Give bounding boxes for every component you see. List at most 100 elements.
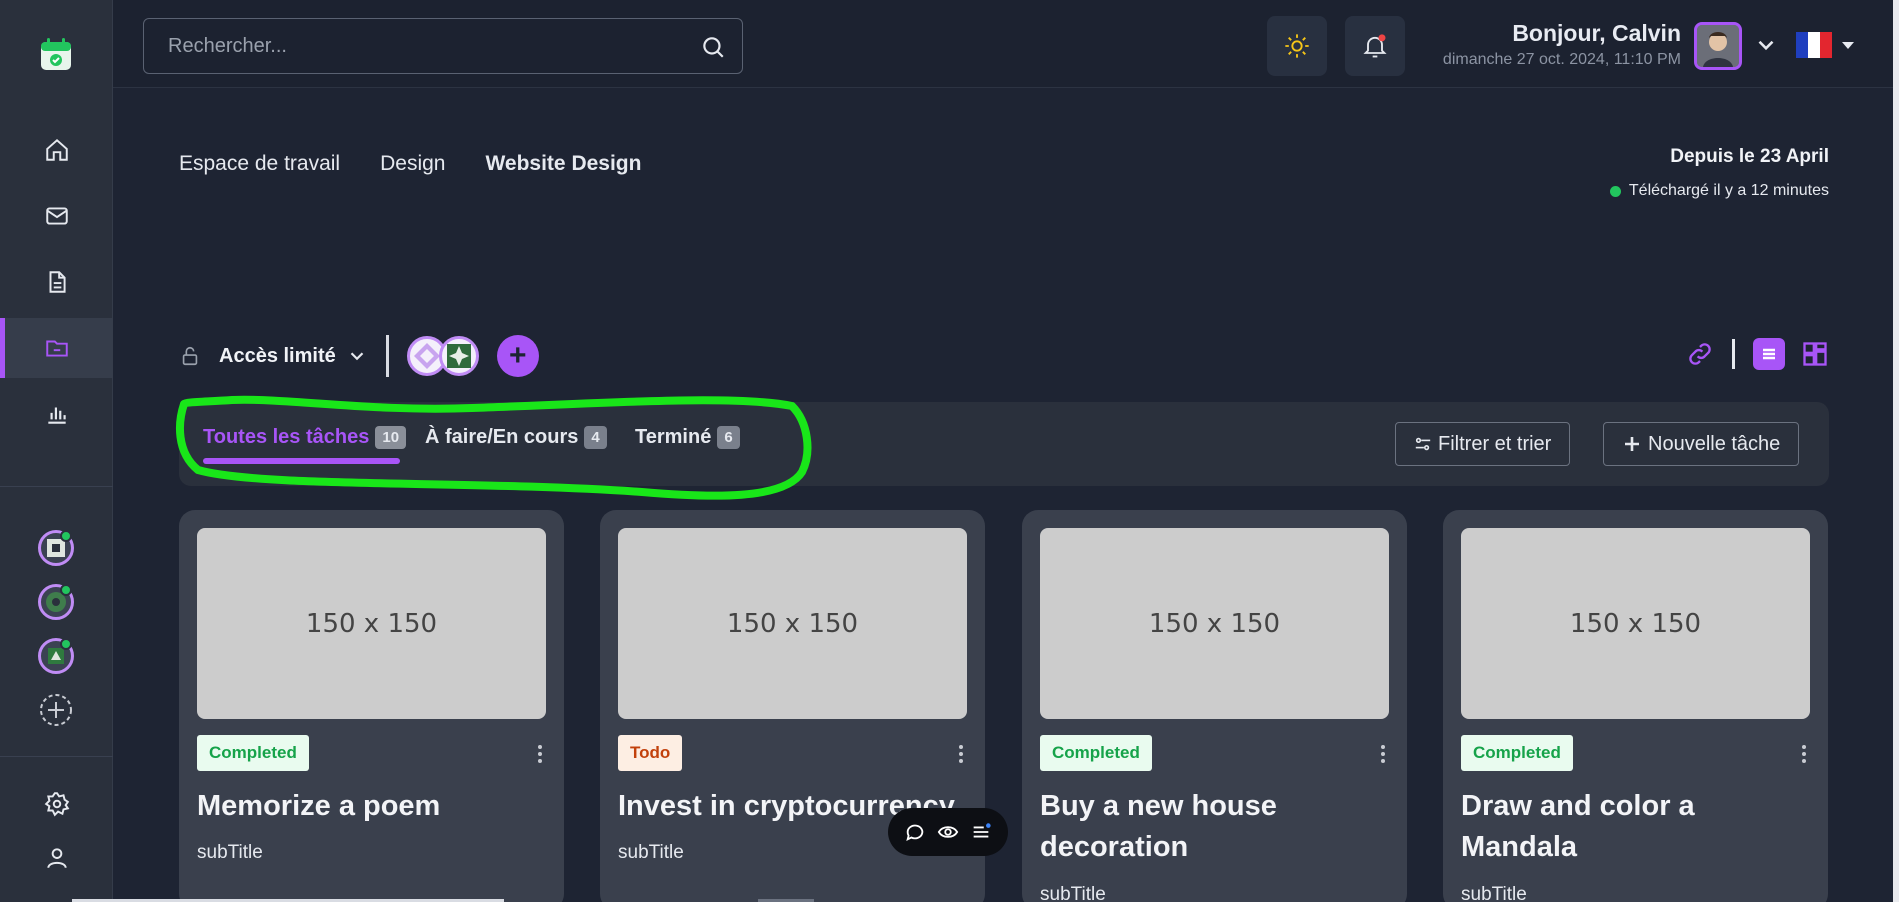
language-caret-icon[interactable] [1842,42,1854,49]
divider [385,335,389,377]
user-icon [46,848,67,869]
breadcrumb-item-workspace[interactable]: Espace de travail [179,152,340,176]
upload-status-text: Téléchargé il y a 12 minutes [1628,182,1829,199]
search-box[interactable] [143,18,743,74]
tab-in-progress[interactable]: À faire/En cours 4 [425,426,607,449]
task-subtitle: subTitle [197,842,263,863]
menu-icon[interactable] [970,821,992,843]
task-thumbnail: 150 x 150 [1040,528,1389,719]
list-view-icon [1763,348,1775,360]
tab-label: Toutes les tâches [203,426,370,448]
document-icon [49,271,66,293]
tab-completed[interactable]: Terminé 6 [635,426,740,449]
eye-icon[interactable] [937,821,959,843]
status-badge: Todo [618,735,683,771]
tab-label: À faire/En cours [425,426,579,448]
breadcrumb-current: Website Design [485,152,642,175]
sidebar-item-analytics[interactable] [0,384,113,444]
online-dot [60,638,72,650]
status-dot [1609,185,1621,197]
chevron-down-icon[interactable] [1753,32,1779,58]
bell-icon [1363,34,1387,58]
folder-icon [45,340,68,357]
more-options-icon[interactable] [530,742,550,766]
sidebar-item-documents[interactable] [0,252,113,312]
tab-label: Terminé [635,426,712,448]
access-row: Accès limité + [179,332,539,380]
mail-icon [45,207,68,225]
vertical-scrollbar[interactable] [1893,0,1899,902]
more-options-icon[interactable] [1794,742,1814,766]
add-workspace-icon[interactable] [38,692,74,728]
project-meta: Depuis le 23 April Téléchargé il y a 12 … [1609,146,1829,200]
task-subtitle: subTitle [618,842,684,863]
status-badge: Completed [197,735,309,771]
since-date: Depuis le 23 April [1670,146,1829,167]
online-dot [60,584,72,596]
sidebar-item-projects[interactable] [0,318,113,378]
tab-count: 4 [584,426,607,449]
sidebar [0,0,113,902]
task-card[interactable]: 150 x 150 Completed Memorize a poem subT… [179,510,564,902]
add-member-button[interactable]: + [496,335,539,377]
tab-count: 10 [375,426,407,449]
breadcrumb: Espace de travail Design Website Design [179,152,681,176]
user-greeting: Bonjour, Calvin dimanche 27 oct. 2024, 1… [1443,20,1681,69]
calendar-logo-icon[interactable] [38,36,74,72]
plus-icon [1625,437,1639,451]
upload-status: Téléchargé il y a 12 minutes [1609,182,1829,200]
online-dot [60,530,72,542]
current-date: dimanche 27 oct. 2024, 11:10 PM [1442,51,1681,68]
divider [1732,339,1735,369]
search-icon[interactable] [700,34,726,60]
view-tools [1686,338,1829,370]
task-card[interactable]: 150 x 150 Completed Buy a new house deco… [1022,510,1407,902]
status-badge: Completed [1040,735,1152,771]
comment-icon[interactable] [904,821,926,843]
breadcrumb-item-design[interactable]: Design [380,152,445,176]
task-thumbnail: 150 x 150 [1461,528,1810,719]
search-input[interactable] [144,19,684,73]
sidebar-item-settings[interactable] [0,774,113,834]
sidebar-item-mail[interactable] [0,186,113,246]
sidebar-divider [0,486,113,487]
chart-icon [47,407,66,424]
new-task-label: Nouvelle tâche [1648,432,1781,455]
filter-sort-label: Filtrer et trier [1438,432,1552,455]
theme-toggle-button[interactable] [1267,16,1327,76]
tab-all-tasks[interactable]: Toutes les tâches 10 [203,426,407,449]
more-options-icon[interactable] [951,742,971,766]
task-card[interactable]: 150 x 150 Completed Draw and color a Man… [1443,510,1828,902]
notifications-button[interactable] [1345,16,1405,76]
grid-view-icon[interactable] [1801,340,1829,368]
access-level-label[interactable]: Accès limité [219,345,336,368]
task-thumbnail: 150 x 150 [618,528,967,719]
task-title: Memorize a poem [197,790,441,822]
floating-toolbar [888,808,1008,856]
settings-icon [44,792,69,817]
new-task-button[interactable]: Nouvelle tâche [1603,422,1800,466]
lock-icon [182,346,198,366]
list-view-button[interactable] [1753,338,1785,370]
task-subtitle: subTitle [1461,884,1527,902]
task-thumbnail: 150 x 150 [197,528,546,719]
chevron-down-icon[interactable] [346,345,368,367]
task-title: Draw and color a Mandala [1461,790,1695,863]
filter-sort-button[interactable]: Filtrer et trier [1395,422,1571,466]
active-tab-indicator [203,458,400,464]
tab-count: 6 [717,426,740,449]
status-badge: Completed [1461,735,1573,771]
sidebar-item-profile[interactable] [0,828,113,888]
avatar[interactable] [1694,22,1742,70]
greeting-text: Bonjour, Calvin [1512,20,1681,46]
sidebar-item-home[interactable] [0,120,113,180]
task-tabs-bar: Toutes les tâches 10 À faire/En cours 4 … [179,402,1829,486]
topbar: Bonjour, Calvin dimanche 27 oct. 2024, 1… [113,0,1899,88]
more-options-icon[interactable] [1373,742,1393,766]
link-icon[interactable] [1686,340,1714,368]
task-title: Buy a new house decoration [1040,790,1277,863]
member-avatar-2[interactable] [438,336,479,376]
flag-fr-icon[interactable] [1796,32,1832,58]
sun-icon [1285,34,1309,58]
task-subtitle: subTitle [1040,884,1106,902]
